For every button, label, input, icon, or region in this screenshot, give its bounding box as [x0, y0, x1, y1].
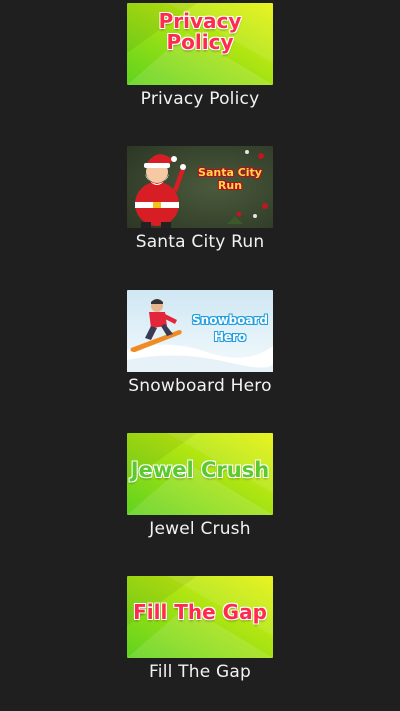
jewel-crush-thumb-title: Jewel Crush — [130, 458, 270, 482]
list-item-santa-city-run[interactable]: Santa City Run Santa City Run — [0, 146, 400, 266]
item-label[interactable]: Privacy Policy — [141, 87, 260, 111]
list-item-snowboard-hero[interactable]: Snowboard Hero Snowboard Hero — [0, 290, 400, 410]
privacy-policy-thumbnail[interactable]: Privacy Policy — [127, 3, 273, 85]
privacy-policy-thumb-title: Privacy Policy — [127, 11, 273, 53]
item-label[interactable]: Fill The Gap — [149, 660, 251, 684]
thumb-title-line1: Snowboard — [192, 313, 268, 327]
thumb-title-line2: Policy — [166, 30, 234, 54]
item-label[interactable]: Jewel Crush — [149, 517, 250, 541]
fill-the-gap-thumb-title: Fill The Gap — [133, 600, 267, 624]
fill-the-gap-thumbnail[interactable]: Fill The Gap — [127, 576, 273, 658]
list-item-fill-the-gap[interactable]: Fill The Gap Fill The Gap — [0, 576, 400, 696]
list-item-privacy-policy[interactable]: Privacy Policy Privacy Policy — [0, 3, 400, 123]
jewel-crush-thumbnail[interactable]: Jewel Crush — [127, 433, 273, 515]
snowboard-hero-thumbnail[interactable]: Snowboard Hero — [127, 290, 273, 372]
item-label[interactable]: Santa City Run — [136, 230, 265, 254]
list-item-jewel-crush[interactable]: Jewel Crush Jewel Crush — [0, 433, 400, 553]
snowboard-hero-thumb-title: Snowboard Hero — [185, 312, 273, 347]
game-list: Privacy Policy Privacy Policy Santa City… — [0, 0, 400, 711]
santa-city-run-thumb-title: Santa City Run — [198, 166, 262, 192]
item-label[interactable]: Snowboard Hero — [128, 374, 271, 398]
santa-city-run-thumbnail[interactable]: Santa City Run — [127, 146, 273, 228]
thumb-title-line2: Hero — [213, 330, 247, 345]
